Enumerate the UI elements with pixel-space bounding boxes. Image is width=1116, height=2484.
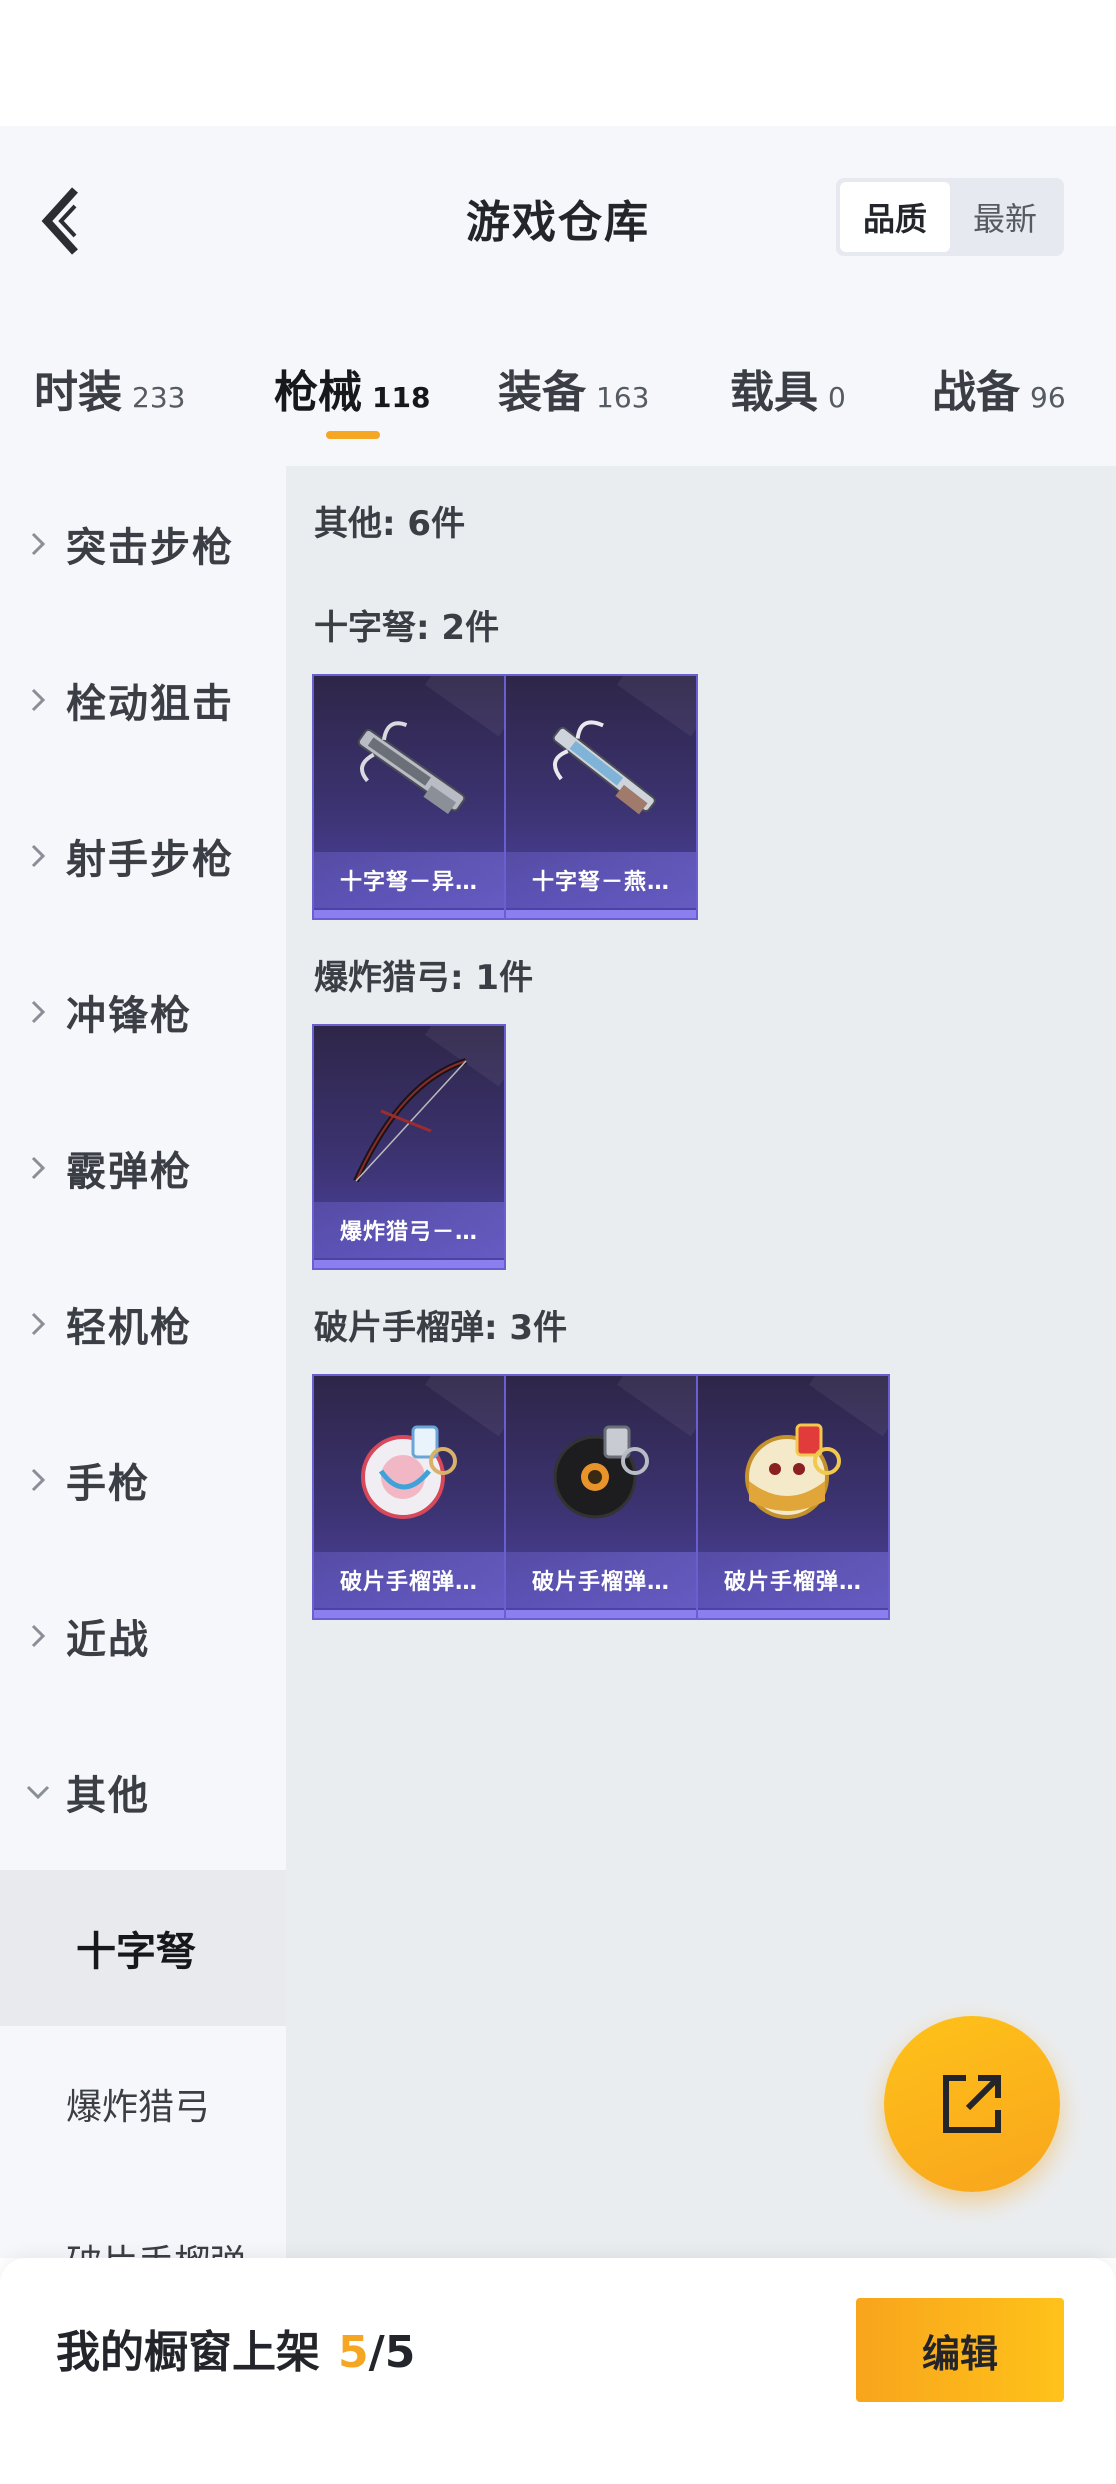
sidebar-item-label: 近战 — [66, 1617, 150, 1663]
edit-button[interactable]: 编辑 — [856, 2298, 1064, 2402]
tab-label: 战备 — [932, 367, 1020, 418]
tab-label: 枪械 — [274, 367, 362, 418]
sort-option-quality[interactable]: 品质 — [840, 182, 950, 252]
rarity-bar — [314, 1610, 504, 1618]
showcase-label: 我的橱窗上架 — [56, 2327, 320, 2378]
rarity-bar — [314, 910, 504, 918]
item-card[interactable]: 破片手榴弹… — [504, 1374, 698, 1620]
item-card-name: 十字弩－异… — [314, 852, 504, 908]
item-card[interactable]: 爆炸猎弓－… — [312, 1024, 506, 1270]
sidebar-item-marksman-rifle[interactable]: 射手步枪 — [0, 778, 286, 934]
showcase-total: 5 — [384, 2327, 416, 2378]
sidebar-item-melee[interactable]: 近战 — [0, 1558, 286, 1714]
rarity-bar — [506, 1610, 696, 1618]
tab-fashion[interactable]: 时装 233 — [34, 356, 185, 420]
category-summary: 其他: 6件 — [314, 504, 466, 544]
tab-count: 233 — [132, 381, 186, 414]
tab-label: 载具 — [730, 367, 818, 418]
item-card-name: 破片手榴弹… — [314, 1552, 504, 1608]
tab-supplies[interactable]: 战备 96 — [932, 356, 1066, 420]
item-card-name: 破片手榴弹… — [506, 1552, 696, 1608]
header: 游戏仓库 品质 最新 — [0, 126, 1116, 306]
item-card-name: 破片手榴弹… — [698, 1552, 888, 1608]
tab-count: 96 — [1030, 381, 1066, 414]
chevron-right-icon — [24, 1622, 52, 1650]
tab-label: 时装 — [34, 367, 122, 418]
showcase-separator: / — [368, 2327, 385, 2378]
item-content: 其他: 6件 十字弩: 2件 十字弩－异… 十字弩－燕… 爆炸猎弓: 1件 爆炸… — [286, 466, 1116, 2258]
tab-vehicles[interactable]: 载具 0 — [730, 356, 846, 420]
item-card-name: 爆炸猎弓－… — [314, 1202, 504, 1258]
group-title-frag-grenade: 破片手榴弹: 3件 — [314, 1308, 568, 1348]
chevron-down-icon — [24, 1778, 52, 1806]
sidebar-item-pistol[interactable]: 手枪 — [0, 1402, 286, 1558]
sidebar-subitem-label: 破片手榴弹 — [66, 2234, 246, 2258]
sidebar-subitem-crossbow[interactable]: 十字弩 — [0, 1870, 286, 2026]
sidebar-item-assault-rifle[interactable]: 突击步枪 — [0, 466, 286, 622]
chevron-right-icon — [24, 1154, 52, 1182]
sidebar-item-label: 射手步枪 — [66, 837, 234, 883]
sidebar-subitem-explosive-bow[interactable]: 爆炸猎弓 — [0, 2026, 286, 2182]
chevron-right-icon — [24, 1466, 52, 1494]
category-sidebar: 突击步枪 栓动狙击 射手步枪 冲锋枪 霰弹枪 轻机枪 手枪 近战 其他 十字弩 … — [0, 466, 286, 2258]
sidebar-item-shotgun[interactable]: 霰弹枪 — [0, 1090, 286, 1246]
status-bar — [0, 0, 1116, 126]
chevron-right-icon — [24, 998, 52, 1026]
sidebar-item-label: 其他 — [66, 1773, 150, 1819]
crossbow-card-row: 十字弩－异… 十字弩－燕… — [312, 674, 698, 920]
crossbow-icon — [526, 696, 680, 846]
sidebar-item-bolt-sniper[interactable]: 栓动狙击 — [0, 622, 286, 778]
item-card[interactable]: 破片手榴弹… — [696, 1374, 890, 1620]
item-card-name: 十字弩－燕… — [506, 852, 696, 908]
chevron-right-icon — [24, 686, 52, 714]
grenade-card-row: 破片手榴弹… 破片手榴弹… 破片手榴弹… — [312, 1374, 890, 1620]
sidebar-item-label: 轻机枪 — [66, 1305, 192, 1351]
sidebar-subitem-frag-grenade[interactable]: 破片手榴弹 — [0, 2182, 286, 2258]
tab-count: 163 — [596, 381, 650, 414]
rarity-bar — [698, 1610, 888, 1618]
rarity-bar — [314, 1260, 504, 1268]
sort-option-latest[interactable]: 最新 — [950, 182, 1060, 252]
tab-label: 装备 — [498, 367, 586, 418]
sidebar-item-lmg[interactable]: 轻机枪 — [0, 1246, 286, 1402]
share-fab[interactable] — [884, 2016, 1060, 2192]
sidebar-subitem-label: 爆炸猎弓 — [66, 2087, 211, 2128]
bow-icon — [334, 1046, 488, 1196]
crossbow-icon — [334, 696, 488, 846]
tab-equipment[interactable]: 装备 163 — [498, 356, 649, 420]
grenade-icon — [334, 1396, 488, 1546]
grenade-icon — [718, 1396, 872, 1546]
chevron-right-icon — [24, 842, 52, 870]
external-link-icon — [943, 2075, 1001, 2133]
sidebar-item-other[interactable]: 其他 — [0, 1714, 286, 1870]
tab-count: 118 — [372, 381, 431, 414]
group-title-explosive-bow: 爆炸猎弓: 1件 — [314, 958, 534, 998]
sidebar-subitem-label: 十字弩 — [76, 1929, 196, 1975]
item-card[interactable]: 十字弩－异… — [312, 674, 506, 920]
tab-count: 0 — [828, 381, 846, 414]
bottom-bar: 我的橱窗上架 5 / 5 编辑 — [0, 2258, 1116, 2484]
bow-card-row: 爆炸猎弓－… — [312, 1024, 506, 1270]
showcase-status: 我的橱窗上架 5 / 5 — [56, 2316, 415, 2380]
showcase-count: 5 — [338, 2327, 369, 2378]
sidebar-item-label: 霰弹枪 — [66, 1149, 192, 1195]
grenade-icon — [526, 1396, 680, 1546]
sort-toggle: 品质 最新 — [836, 178, 1064, 256]
sidebar-item-label: 突击步枪 — [66, 525, 234, 571]
sidebar-item-label: 冲锋枪 — [66, 993, 192, 1039]
item-card[interactable]: 十字弩－燕… — [504, 674, 698, 920]
group-title-crossbow: 十字弩: 2件 — [314, 608, 500, 648]
sidebar-item-label: 手枪 — [66, 1461, 150, 1507]
rarity-bar — [506, 910, 696, 918]
sidebar-item-label: 栓动狙击 — [66, 681, 234, 727]
top-area: 游戏仓库 品质 最新 时装 233 枪械 118 装备 163 载具 0 战备 … — [0, 126, 1116, 466]
active-tab-indicator — [326, 431, 380, 439]
chevron-right-icon — [24, 1310, 52, 1338]
sidebar-item-smg[interactable]: 冲锋枪 — [0, 934, 286, 1090]
item-card[interactable]: 破片手榴弹… — [312, 1374, 506, 1620]
category-tabs: 时装 233 枪械 118 装备 163 载具 0 战备 96 — [0, 336, 1116, 446]
chevron-right-icon — [24, 530, 52, 558]
tab-firearms[interactable]: 枪械 118 — [274, 356, 430, 420]
